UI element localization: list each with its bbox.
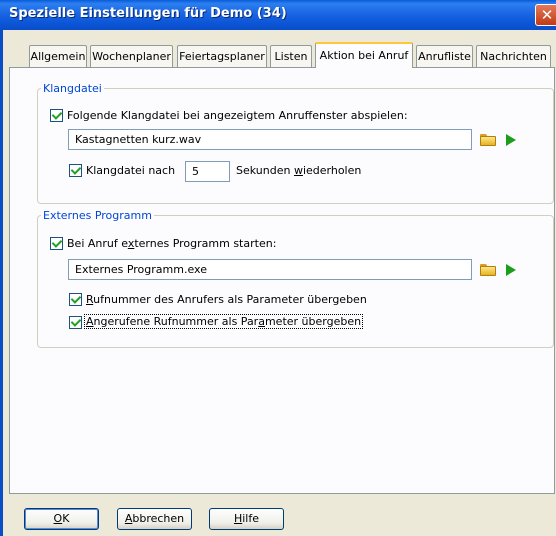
play-sound-checkbox[interactable] — [50, 109, 63, 122]
window-title: Spezielle Einstellungen für Demo (34) — [9, 6, 287, 21]
tab-anrufliste[interactable]: Anrufliste — [416, 45, 473, 67]
tab-label: Aktion bei Anruf — [319, 49, 409, 62]
close-icon: ✕ — [540, 6, 554, 24]
tab-label: Nachrichten — [480, 50, 547, 63]
caller-number-param-label: Rufnummer des Anrufers als Parameter übe… — [86, 293, 367, 306]
klangdatei-legend: Klangdatei — [43, 82, 102, 95]
repeat-label-before: Klangdatei nach — [86, 164, 176, 177]
ok-button[interactable]: OK — [24, 508, 99, 530]
dialog-window: Spezielle Einstellungen für Demo (34) ✕ … — [0, 0, 556, 536]
tab-label: Allgemein — [30, 50, 86, 63]
window-border — [0, 30, 3, 536]
close-button[interactable]: ✕ — [535, 4, 556, 26]
tab-aktion-bei-anruf[interactable]: Aktion bei Anruf — [315, 42, 413, 68]
called-number-param-checkbox[interactable] — [69, 316, 82, 329]
program-file-input[interactable]: Externes Programm.exe — [68, 259, 472, 280]
cancel-button[interactable]: Abbrechen — [117, 508, 192, 530]
repeat-seconds-input[interactable]: 5 — [185, 161, 230, 182]
tab-feiertagsplaner[interactable]: Feiertagsplaner — [177, 45, 267, 67]
folder-open-icon[interactable] — [480, 134, 496, 146]
repeat-sound-checkbox[interactable] — [69, 164, 82, 177]
start-program-label: Bei Anruf externes Programm starten: — [67, 237, 277, 250]
play-icon[interactable] — [506, 134, 516, 146]
play-icon[interactable] — [506, 264, 516, 276]
play-sound-label: Folgende Klangdatei bei angezeigtem Anru… — [67, 109, 408, 122]
tab-listen[interactable]: Listen — [270, 45, 312, 67]
called-number-param-label: Angerufene Rufnummer als Parameter überg… — [83, 314, 364, 329]
folder-open-icon[interactable] — [480, 264, 496, 276]
sound-file-input[interactable]: Kastagnetten kurz.wav — [68, 129, 472, 150]
tab-nachrichten[interactable]: Nachrichten — [476, 45, 551, 67]
tab-label: Wochenplaner — [92, 50, 171, 63]
externes-programm-legend: Externes Programm — [43, 209, 152, 222]
tab-label: Feiertagsplaner — [179, 50, 265, 63]
caller-number-param-checkbox[interactable] — [69, 293, 82, 306]
start-program-checkbox[interactable] — [50, 237, 63, 250]
tab-label: Listen — [274, 50, 308, 63]
title-bar[interactable]: Spezielle Einstellungen für Demo (34) ✕ — [0, 0, 556, 30]
repeat-label-after: Sekunden wiederholen — [236, 164, 362, 177]
tab-panel: Klangdatei Folgende Klangdatei bei angez… — [9, 67, 555, 494]
help-button[interactable]: Hilfe — [209, 508, 284, 530]
tab-allgemein[interactable]: Allgemein — [29, 45, 87, 67]
tab-wochenplaner[interactable]: Wochenplaner — [90, 45, 173, 67]
tab-label: Anrufliste — [418, 50, 471, 63]
